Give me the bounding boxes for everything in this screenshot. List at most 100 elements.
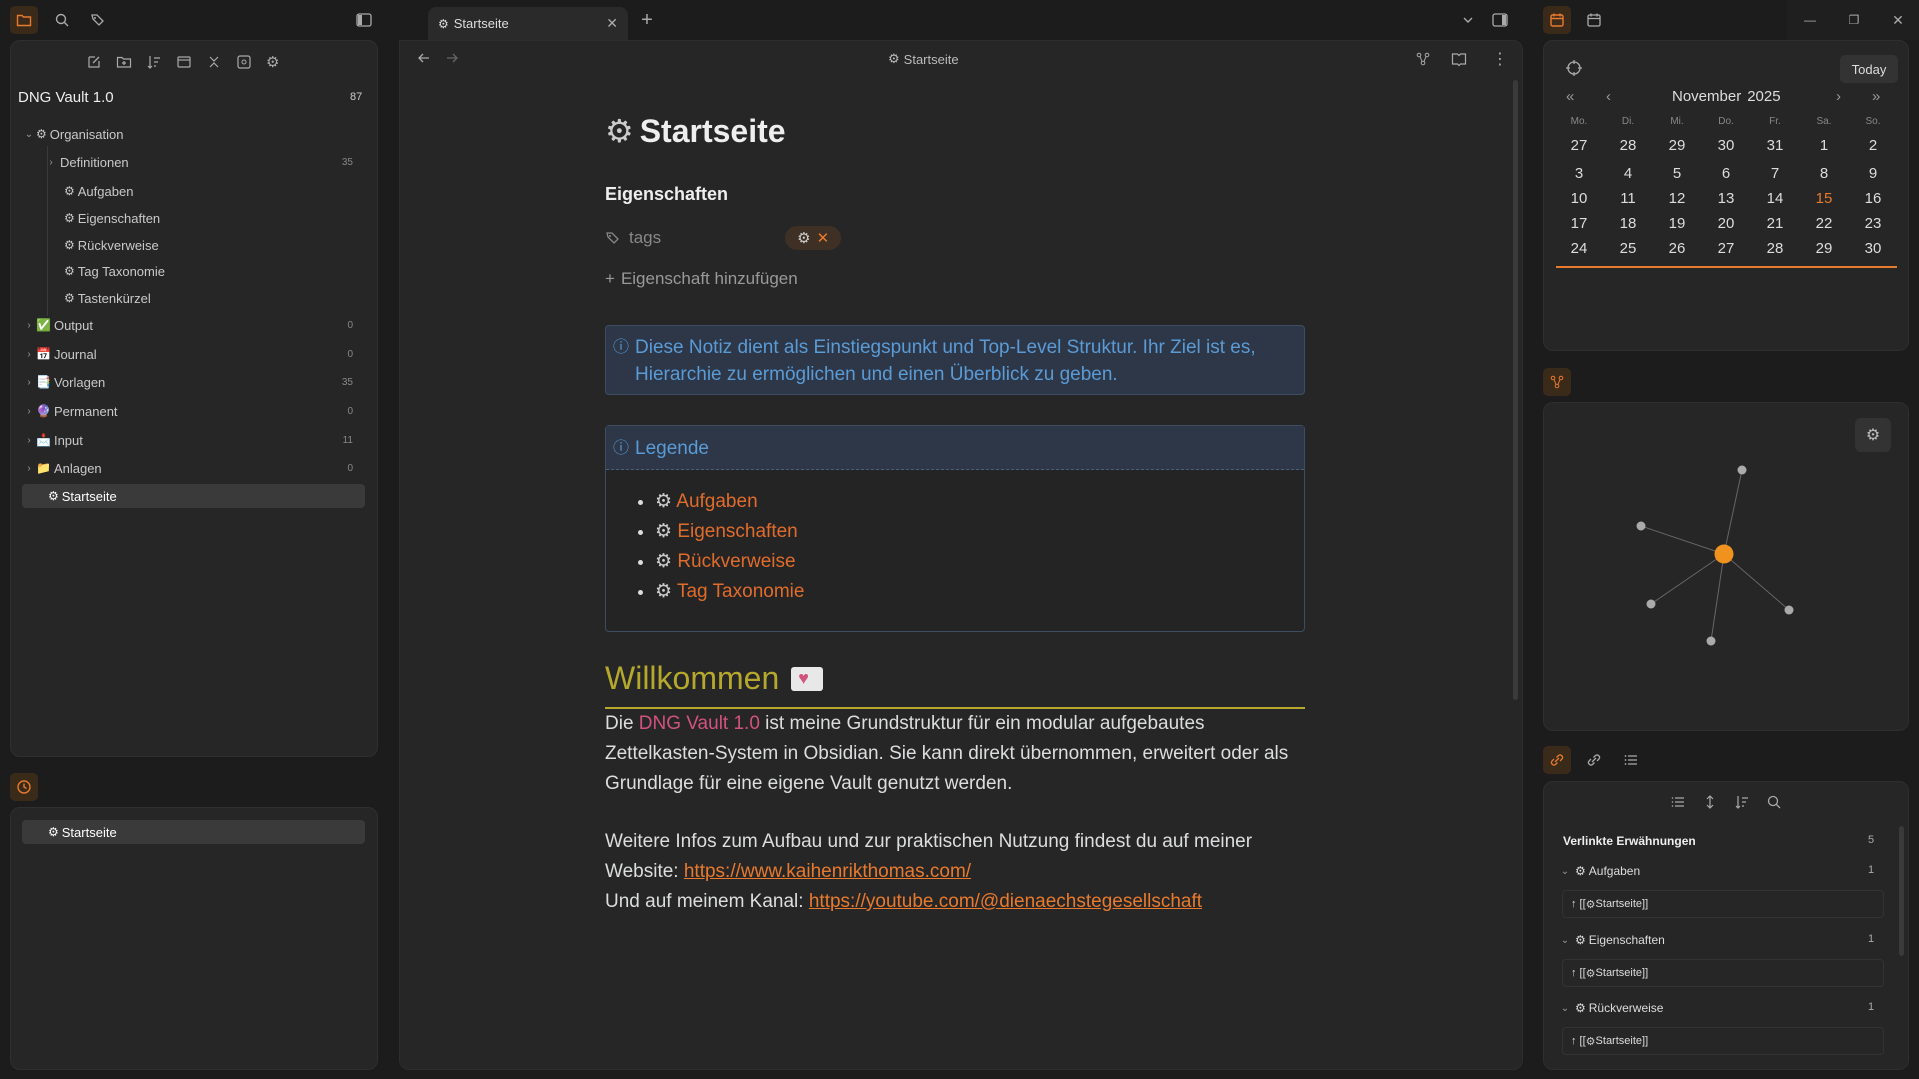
backlinks-tab-icon[interactable] bbox=[1543, 746, 1571, 774]
calendar-day[interactable]: 6 bbox=[1706, 165, 1746, 182]
calendar-day[interactable]: 12 bbox=[1657, 190, 1697, 207]
calendar-day[interactable]: 16 bbox=[1853, 190, 1893, 207]
calendar-alt-icon[interactable] bbox=[1580, 6, 1608, 34]
restore-icon[interactable]: ❐ bbox=[1840, 6, 1868, 34]
folder-input[interactable]: › 📩 Input 11 bbox=[22, 428, 365, 452]
linked-mentions-heading[interactable]: Verlinkte Erwähnungen bbox=[1563, 834, 1696, 848]
legend-item[interactable]: ⚙ Rückverweise bbox=[655, 550, 804, 573]
bookmark-icon[interactable] bbox=[236, 50, 252, 74]
calendar-day[interactable]: 28 bbox=[1755, 240, 1795, 257]
folder-output[interactable]: › ✅ Output 0 bbox=[22, 313, 365, 337]
file-rueckverweise[interactable]: ⚙ Rückverweise bbox=[64, 233, 365, 257]
search-icon[interactable] bbox=[1766, 794, 1782, 810]
calendar-day[interactable]: 27 bbox=[1559, 137, 1599, 154]
backlink-context[interactable]: ↑ [[⚙ Startseite]] bbox=[1562, 959, 1884, 987]
new-folder-icon[interactable] bbox=[116, 50, 132, 74]
calendar-day[interactable]: 11 bbox=[1608, 190, 1648, 207]
backlink-context[interactable]: ↑ [[⚙ Startseite]] bbox=[1562, 890, 1884, 918]
graph-view-icon[interactable] bbox=[1415, 51, 1431, 67]
website-link[interactable]: https://www.kaihenrikthomas.com/ bbox=[684, 861, 971, 882]
calendar-day[interactable]: 10 bbox=[1559, 190, 1599, 207]
folder-organisation[interactable]: ⌄ ⚙ Organisation bbox=[22, 122, 365, 146]
crosshair-icon[interactable] bbox=[1565, 59, 1583, 77]
calendar-day[interactable]: 25 bbox=[1608, 240, 1648, 257]
minimize-icon[interactable]: — bbox=[1796, 6, 1824, 34]
legend-link[interactable]: Tag Taxonomie bbox=[677, 581, 804, 602]
legend-item[interactable]: ⚙ Tag Taxonomie bbox=[655, 580, 804, 603]
calendar-day[interactable]: 23 bbox=[1853, 215, 1893, 232]
calendar-day[interactable]: 21 bbox=[1755, 215, 1795, 232]
calendar-day[interactable]: 20 bbox=[1706, 215, 1746, 232]
calendar-day[interactable]: 29 bbox=[1804, 240, 1844, 257]
folder-vorlagen[interactable]: › 📑 Vorlagen 35 bbox=[22, 370, 365, 394]
legend-link[interactable]: Rückverweise bbox=[677, 551, 795, 572]
prev-year-icon[interactable]: « bbox=[1566, 88, 1574, 105]
file-tastenkuerzel[interactable]: ⚙ Tastenkürzel bbox=[64, 286, 365, 310]
legend-item[interactable]: ⚙ Eigenschaften bbox=[655, 520, 804, 543]
calendar-day[interactable]: 13 bbox=[1706, 190, 1746, 207]
file-eigenschaften[interactable]: ⚙ Eigenschaften bbox=[64, 206, 365, 230]
calendar-day[interactable]: 28 bbox=[1608, 137, 1648, 154]
legend-header[interactable] bbox=[606, 426, 1304, 470]
next-year-icon[interactable]: » bbox=[1872, 88, 1880, 105]
calendar-day[interactable]: 5 bbox=[1657, 165, 1697, 182]
close-icon[interactable]: ✕ bbox=[606, 15, 618, 32]
add-property-button[interactable]: + Eigenschaft hinzufügen bbox=[605, 269, 1305, 289]
calendar-day[interactable]: 19 bbox=[1657, 215, 1697, 232]
calendar-day[interactable]: 3 bbox=[1559, 165, 1599, 182]
remove-tag-icon[interactable]: ✕ bbox=[817, 229, 830, 247]
new-note-icon[interactable] bbox=[86, 50, 102, 74]
search-icon[interactable] bbox=[48, 6, 76, 34]
backlinks-scrollbar[interactable] bbox=[1899, 826, 1904, 956]
sort-icon[interactable] bbox=[1734, 794, 1750, 810]
folder-permanent[interactable]: › 🔮 Permanent 0 bbox=[22, 399, 365, 423]
calendar-day[interactable]: 30 bbox=[1706, 137, 1746, 154]
files-icon[interactable] bbox=[10, 6, 38, 34]
editor-scrollbar[interactable] bbox=[1513, 80, 1518, 700]
window-close-icon[interactable]: ✕ bbox=[1884, 6, 1912, 34]
tag-pill[interactable]: ⚙ ✕ bbox=[785, 226, 842, 250]
auto-reveal-icon[interactable] bbox=[176, 50, 192, 74]
calendar-day[interactable]: 14 bbox=[1755, 190, 1795, 207]
calendar-day[interactable]: 17 bbox=[1559, 215, 1599, 232]
next-month-icon[interactable]: › bbox=[1836, 88, 1841, 105]
forward-arrow-icon[interactable] bbox=[444, 50, 460, 66]
toggle-left-sidebar-icon[interactable] bbox=[350, 6, 378, 34]
collapse-results-icon[interactable] bbox=[1670, 794, 1686, 810]
back-arrow-icon[interactable] bbox=[416, 50, 432, 66]
settings-icon[interactable]: ⚙ bbox=[266, 50, 279, 74]
calendar-day[interactable]: 29 bbox=[1657, 137, 1697, 154]
legend-item[interactable]: ⚙ Aufgaben bbox=[655, 490, 804, 513]
legend-link[interactable]: Aufgaben bbox=[676, 491, 757, 512]
expand-icon[interactable] bbox=[1702, 794, 1718, 810]
recent-files-icon[interactable] bbox=[10, 773, 38, 801]
calendar-day[interactable]: 27 bbox=[1706, 240, 1746, 257]
calendar-day[interactable]: 24 bbox=[1559, 240, 1599, 257]
tab-startseite[interactable]: ⚙ Startseite ✕ bbox=[428, 7, 628, 40]
legend-link[interactable]: Eigenschaften bbox=[677, 521, 797, 542]
calendar-day[interactable]: 4 bbox=[1608, 165, 1648, 182]
new-tab-icon[interactable]: + bbox=[633, 6, 661, 34]
calendar-tab-icon[interactable] bbox=[1543, 6, 1571, 34]
backlink-context[interactable]: ↑ [[⚙ Startseite]] bbox=[1562, 1027, 1884, 1055]
folder-anlagen[interactable]: › 📁 Anlagen 0 bbox=[22, 456, 365, 480]
more-options-icon[interactable]: ⋮ bbox=[1492, 49, 1508, 69]
outline-icon[interactable] bbox=[1617, 746, 1645, 774]
calendar-day[interactable]: 1 bbox=[1804, 137, 1844, 154]
file-aufgaben[interactable]: ⚙ Aufgaben bbox=[64, 179, 365, 203]
outgoing-links-icon[interactable] bbox=[1580, 746, 1608, 774]
calendar-day[interactable]: 31 bbox=[1755, 137, 1795, 154]
reading-view-icon[interactable] bbox=[1451, 51, 1467, 67]
graph-tab-icon[interactable] bbox=[1543, 368, 1571, 396]
calendar-day[interactable]: 26 bbox=[1657, 240, 1697, 257]
calendar-day[interactable]: 9 bbox=[1853, 165, 1893, 182]
toggle-right-sidebar-icon[interactable] bbox=[1486, 6, 1514, 34]
chevron-down-icon[interactable] bbox=[1454, 6, 1482, 34]
backlink-group-rueckverweise[interactable]: ⌄ ⚙ Rückverweise bbox=[1558, 1001, 1664, 1015]
tags-icon[interactable] bbox=[84, 6, 112, 34]
property-key[interactable]: tags bbox=[629, 228, 661, 248]
folder-definitionen[interactable]: › Definitionen 35 bbox=[44, 150, 365, 174]
calendar-day[interactable]: 15 bbox=[1804, 190, 1844, 207]
local-graph[interactable] bbox=[1543, 402, 1909, 731]
recent-startseite[interactable]: ⚙ Startseite bbox=[22, 820, 365, 844]
